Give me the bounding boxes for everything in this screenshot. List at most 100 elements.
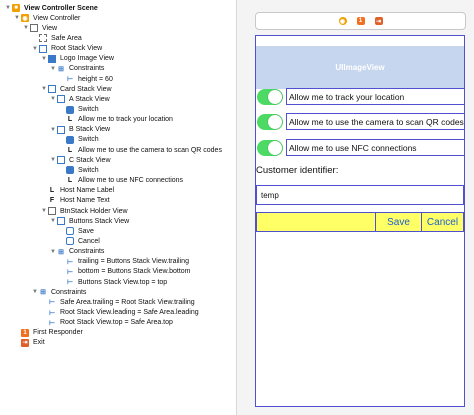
constraints-icon: ⊞ bbox=[58, 65, 64, 73]
first-responder-icon: 1 bbox=[21, 328, 29, 337]
outline-row-label: Safe Area bbox=[51, 34, 82, 42]
outline-row-label: C Stack View bbox=[69, 156, 111, 164]
location-switch[interactable] bbox=[257, 88, 283, 105]
outline-row-label: Switch bbox=[78, 166, 99, 174]
outline-row-label: trailing = Buttons Stack View.trailing bbox=[78, 258, 189, 266]
outline-row-label: Host Name Text bbox=[60, 197, 110, 205]
disclosure-triangle-icon[interactable]: ▼ bbox=[40, 86, 48, 92]
first-responder-icon[interactable]: 1 bbox=[356, 17, 365, 25]
switch-icon bbox=[66, 105, 74, 114]
scene-icon: ■ bbox=[12, 4, 20, 12]
disclosure-triangle-icon[interactable]: ▼ bbox=[22, 25, 30, 31]
outline-row-label: Card Stack View bbox=[60, 85, 112, 93]
logo-image-label: UIImageView bbox=[335, 63, 385, 72]
view-icon bbox=[30, 24, 38, 33]
outline-row[interactable]: Switch bbox=[58, 165, 99, 175]
outline-row[interactable]: L Allow me to use NFC connections bbox=[58, 176, 183, 186]
outline-row[interactable]: Safe Area bbox=[31, 33, 82, 43]
outline-row[interactable]: ▼ Buttons Stack View bbox=[49, 216, 129, 226]
outline-row-label: View Controller bbox=[33, 14, 81, 22]
disclosure-triangle-icon[interactable]: ▼ bbox=[49, 249, 57, 255]
outline-row[interactable]: ▼ BtnStack Holder View bbox=[40, 206, 128, 216]
disclosure-triangle-icon[interactable]: ▼ bbox=[49, 127, 57, 133]
host-name-text-field[interactable]: temp bbox=[256, 185, 464, 205]
outline-row-label: First Responder bbox=[33, 329, 83, 337]
image-view-icon bbox=[48, 54, 56, 63]
disclosure-triangle-icon[interactable]: ▼ bbox=[40, 208, 48, 214]
outline-row[interactable]: Cancel bbox=[58, 236, 100, 246]
disclosure-triangle-icon[interactable]: ▼ bbox=[49, 157, 57, 163]
disclosure-triangle-icon[interactable]: ▼ bbox=[13, 15, 21, 21]
card-a-label: Allow me to track your location bbox=[286, 88, 464, 105]
stack-view-icon bbox=[57, 217, 65, 226]
outline-row-label: Logo Image View bbox=[60, 55, 114, 63]
outline-row[interactable]: ▼ Logo Image View bbox=[40, 54, 114, 64]
outline-row[interactable]: ▼ C Stack View bbox=[49, 155, 111, 165]
disclosure-triangle-icon[interactable]: ▼ bbox=[31, 46, 39, 52]
outline-row[interactable]: Switch bbox=[58, 105, 99, 115]
outline-row-label: Allow me to use the camera to scan QR co… bbox=[78, 146, 222, 154]
outline-row[interactable]: ▼ View bbox=[22, 23, 57, 33]
outline-row[interactable]: ▼ Card Stack View bbox=[40, 84, 112, 94]
outline-row[interactable]: L Host Name Label bbox=[40, 186, 114, 196]
save-button[interactable]: Save bbox=[375, 213, 421, 231]
outline-row[interactable]: ▼ ■ View Controller Scene bbox=[4, 3, 98, 13]
outline-row[interactable]: ⇥ Exit bbox=[13, 338, 45, 348]
outline-row[interactable]: ▼ ⊞ Constraints bbox=[49, 247, 104, 257]
cancel-button[interactable]: Cancel bbox=[421, 213, 463, 231]
disclosure-triangle-icon[interactable]: ▼ bbox=[49, 218, 57, 224]
label-icon: L bbox=[67, 177, 73, 185]
outline-row[interactable]: ▼ ⊞ Constraints bbox=[49, 64, 104, 74]
button-icon bbox=[66, 227, 74, 236]
outline-row[interactable]: F Host Name Text bbox=[40, 196, 110, 206]
outline-row-label: Root Stack View bbox=[51, 45, 103, 53]
stack-view-icon bbox=[57, 156, 65, 165]
constraint-icon: ⊢ bbox=[66, 76, 74, 84]
outline-row-label: Buttons Stack View bbox=[69, 217, 130, 225]
camera-switch[interactable] bbox=[257, 113, 283, 130]
card-b-label: Allow me to use the camera to scan QR co… bbox=[286, 113, 464, 130]
outline-row-label: Constraints bbox=[51, 288, 87, 296]
outline-row[interactable]: ▼ A Stack View bbox=[49, 94, 110, 104]
outline-row[interactable]: Switch bbox=[58, 135, 99, 145]
outline-row-label: bottom = Buttons Stack View.bottom bbox=[78, 268, 191, 276]
card-c-stack: Allow me to use NFC connections bbox=[256, 138, 464, 157]
button-stack-holder: Save Cancel bbox=[256, 212, 464, 232]
outline-row[interactable]: ⊢ trailing = Buttons Stack View.trailing bbox=[58, 257, 189, 267]
label-icon: L bbox=[67, 146, 73, 154]
outline-row[interactable]: ▼ B Stack View bbox=[49, 125, 110, 135]
outline-row-label: Switch bbox=[78, 106, 99, 113]
outline-row[interactable]: ⊢ Buttons Stack View.top = top bbox=[58, 277, 167, 287]
outline-row[interactable]: ⊢ height = 60 bbox=[58, 74, 113, 84]
disclosure-triangle-icon[interactable]: ▼ bbox=[4, 5, 12, 11]
disclosure-triangle-icon[interactable]: ▼ bbox=[49, 96, 57, 102]
constraint-icon: ⊢ bbox=[66, 258, 74, 266]
outline-row[interactable]: ▼ ⊞ Constraints bbox=[31, 287, 86, 297]
outline-row[interactable]: ⊢ bottom = Buttons Stack View.bottom bbox=[58, 267, 191, 277]
nfc-switch[interactable] bbox=[257, 139, 283, 156]
view-controller-icon[interactable]: ◉ bbox=[338, 17, 347, 25]
constraint-icon: ⊢ bbox=[66, 268, 74, 276]
disclosure-triangle-icon[interactable]: ▼ bbox=[31, 289, 39, 295]
outline-row-label: Root Stack View.leading = Safe Area.lead… bbox=[60, 309, 199, 316]
constraints-icon: ⊞ bbox=[58, 248, 64, 256]
scene-dock: ◉ 1 ⇥ bbox=[255, 12, 466, 30]
outline-row[interactable]: L Allow me to use the camera to scan QR c… bbox=[58, 145, 222, 155]
outline-row[interactable]: ⊢ Root Stack View.top = Safe Area.top bbox=[40, 318, 173, 328]
disclosure-triangle-icon[interactable]: ▼ bbox=[49, 66, 57, 72]
outline-row[interactable]: ⊢ Root Stack View.leading = Safe Area.lea… bbox=[40, 308, 199, 318]
disclosure-triangle-icon[interactable]: ▼ bbox=[40, 56, 48, 62]
outline-row-label: View bbox=[42, 24, 58, 32]
exit-icon[interactable]: ⇥ bbox=[374, 17, 383, 25]
logo-image-view[interactable]: UIImageView bbox=[256, 46, 464, 89]
safe-area-icon bbox=[39, 34, 47, 43]
outline-row[interactable]: ▼ ◉ View Controller bbox=[13, 13, 80, 23]
stack-view-icon bbox=[57, 95, 65, 104]
outline-row[interactable]: Save bbox=[58, 226, 94, 236]
constraints-icon: ⊞ bbox=[40, 289, 46, 297]
outline-row[interactable]: 1 First Responder bbox=[13, 328, 83, 338]
outline-row[interactable]: L Allow me to track your location bbox=[58, 115, 173, 125]
outline-row-label: Safe Area.trailing = Root Stack View.tra… bbox=[60, 298, 195, 306]
outline-row[interactable]: ▼ Root Stack View bbox=[31, 44, 102, 54]
outline-row[interactable]: ⊢ Safe Area.trailing = Root Stack View.tr… bbox=[40, 297, 195, 307]
